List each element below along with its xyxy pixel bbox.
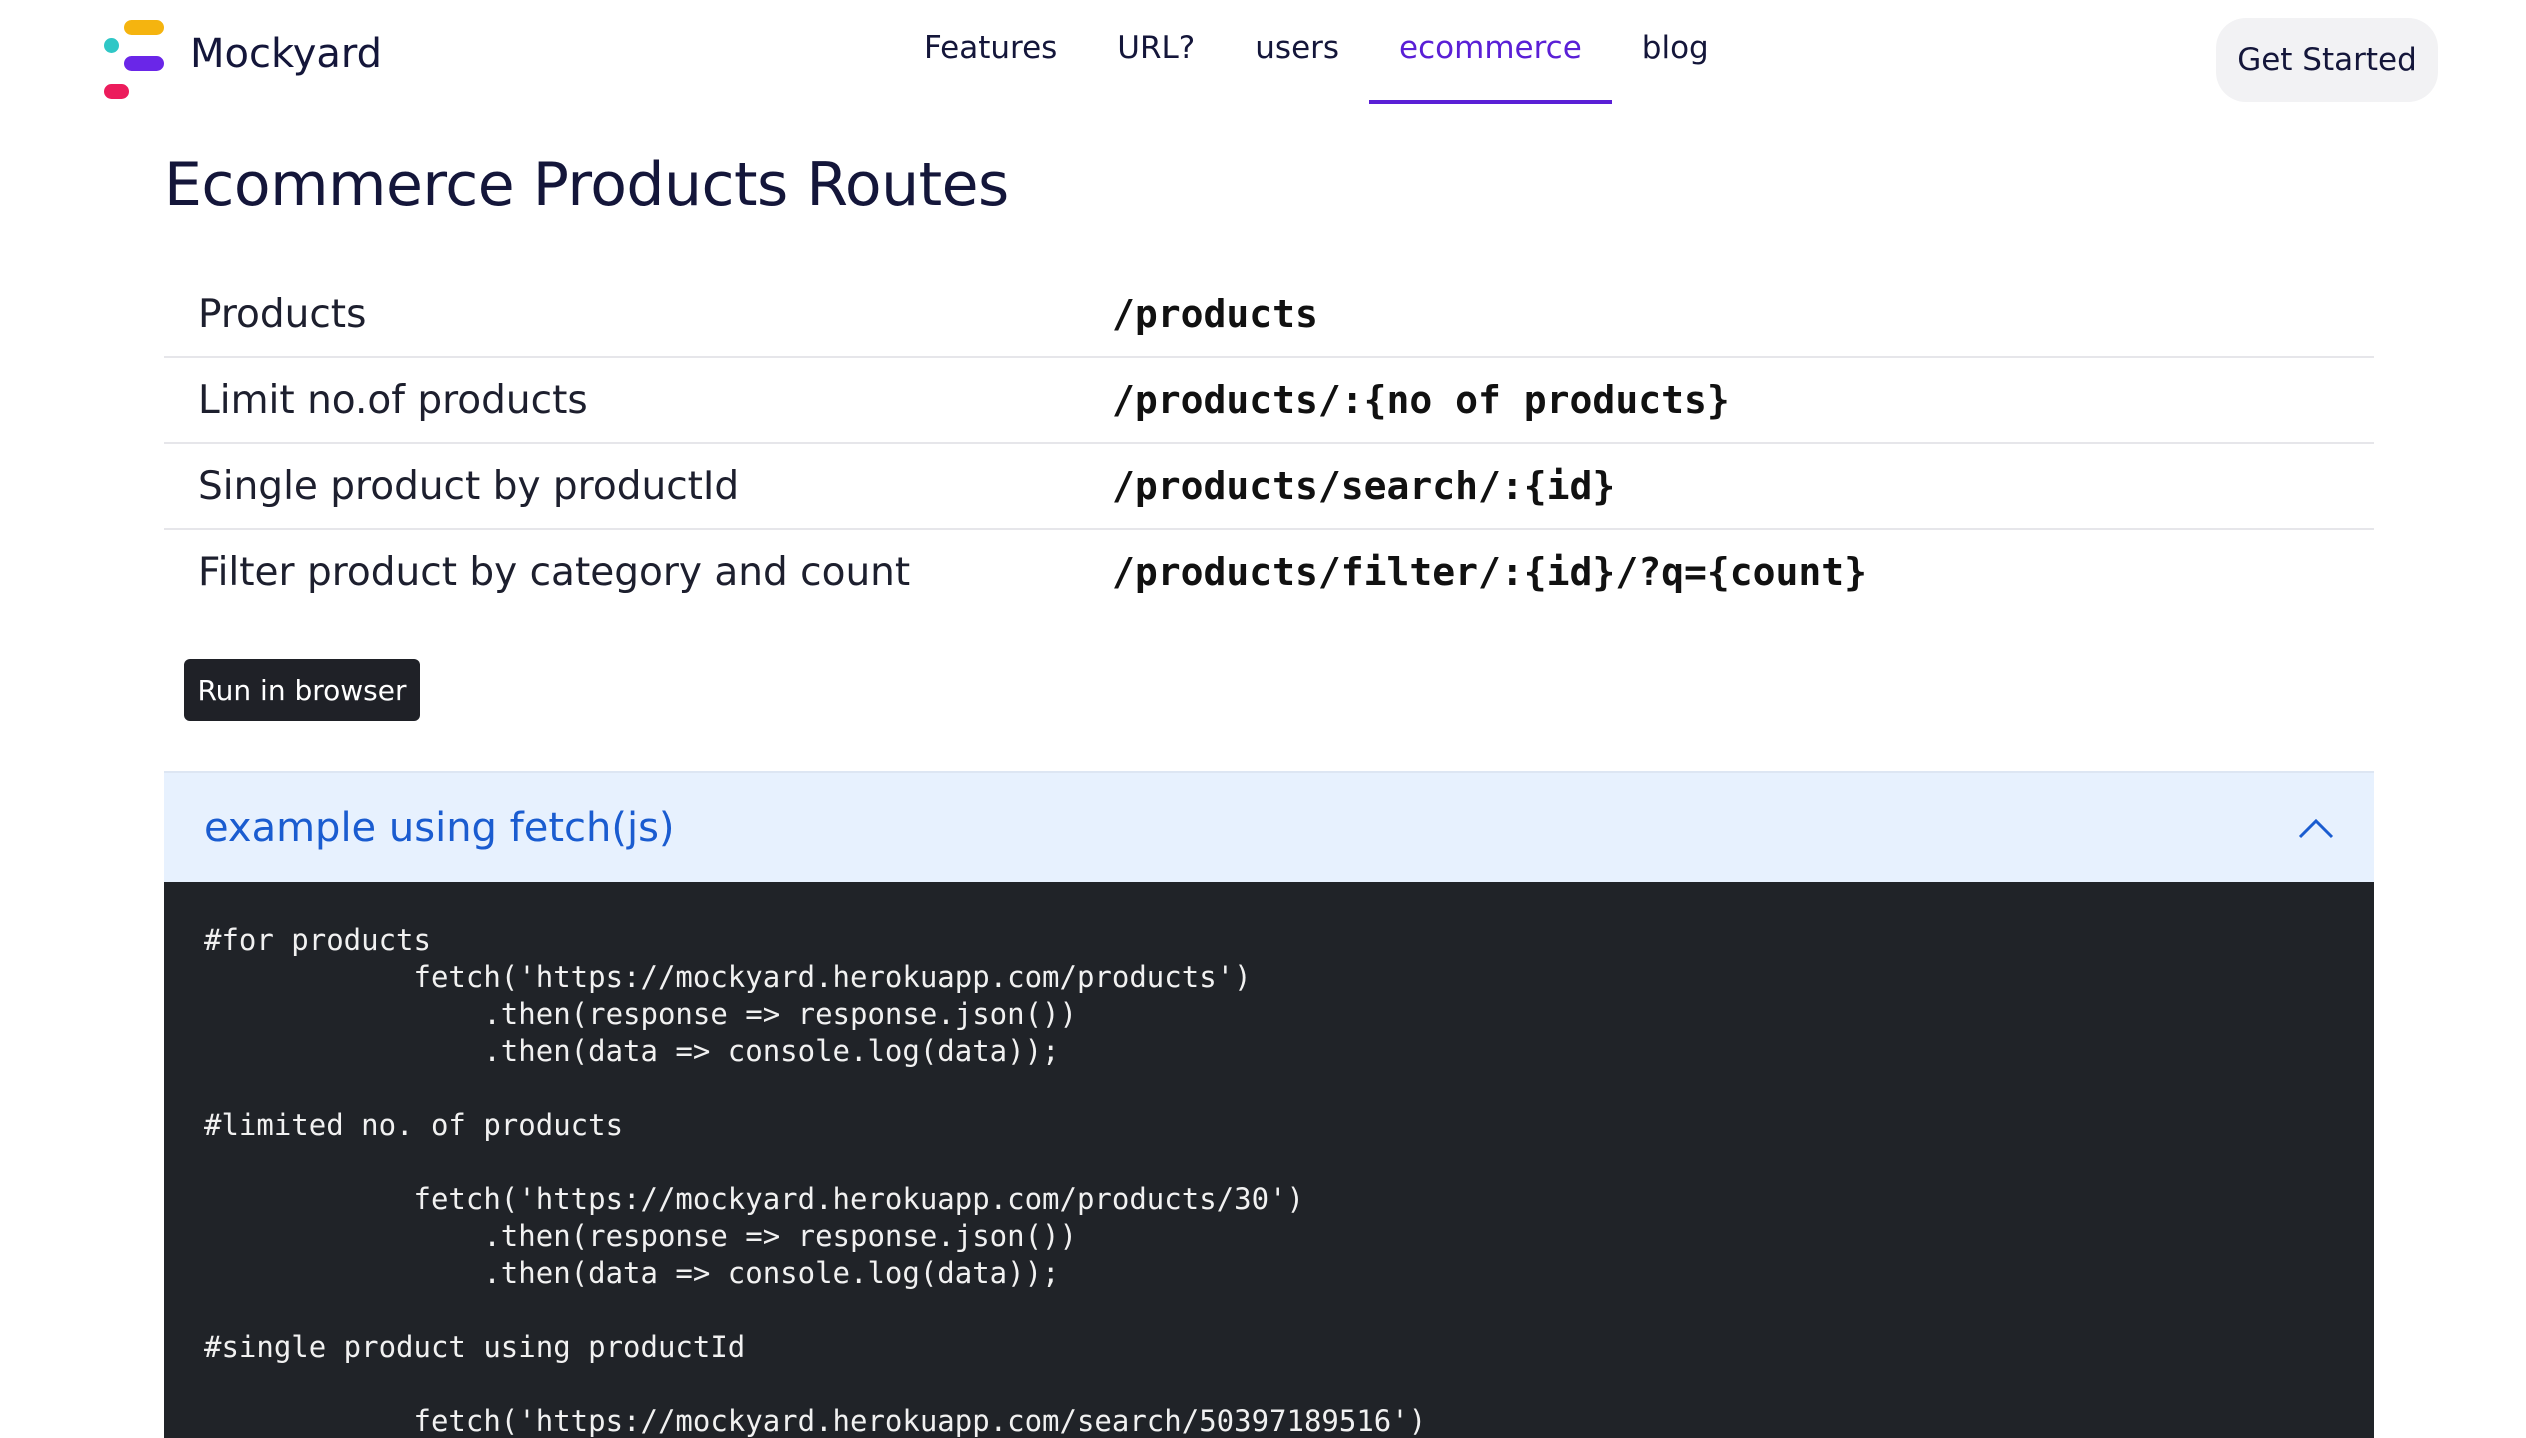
brand-name: Mockyard (190, 31, 383, 77)
accordion-header[interactable]: example using fetch(js) (164, 771, 2374, 882)
route-path: /products/:{no of products} (1094, 356, 2374, 443)
routes-table: Products /products Limit no.of products … (164, 272, 2374, 614)
code-content: #for products fetch('https://mockyard.he… (204, 923, 1427, 1438)
fetch-example-accordion: example using fetch(js) #for products fe… (164, 771, 2374, 1438)
route-label: Single product by productId (164, 442, 1094, 529)
nav-users[interactable]: users (1225, 0, 1369, 100)
route-path: /products/search/:{id} (1094, 442, 2374, 529)
mockyard-logo-icon (104, 18, 166, 102)
get-started-button[interactable]: Get Started (2216, 18, 2438, 102)
chevron-up-icon[interactable] (2298, 810, 2334, 846)
route-path: /products/filter/:{id}/?q={count} (1094, 528, 2374, 614)
table-row: Single product by productId /products/se… (164, 442, 2374, 529)
accordion-title: example using fetch(js) (204, 804, 675, 851)
main-nav: Features URL? users ecommerce blog (894, 0, 1739, 104)
page-title: Ecommerce Products Routes (164, 150, 1009, 220)
route-path: /products (1112, 292, 1318, 336)
table-row: Filter product by category and count /pr… (164, 528, 2374, 614)
nav-blog[interactable]: blog (1612, 0, 1739, 100)
code-block: #for products fetch('https://mockyard.he… (164, 882, 2374, 1438)
nav-url[interactable]: URL? (1087, 0, 1225, 100)
nav-features[interactable]: Features (894, 0, 1087, 100)
table-row: Products /products (164, 272, 2374, 357)
table-row: Limit no.of products /products/:{no of p… (164, 356, 2374, 443)
brand-logo-link[interactable]: Mockyard (104, 18, 382, 102)
nav-ecommerce[interactable]: ecommerce (1369, 0, 1612, 104)
route-label: Limit no.of products (164, 356, 1094, 443)
run-in-browser-button[interactable]: Run in browser (184, 659, 420, 721)
route-label: Filter product by category and count (164, 528, 1094, 614)
route-label: Products (198, 291, 367, 337)
